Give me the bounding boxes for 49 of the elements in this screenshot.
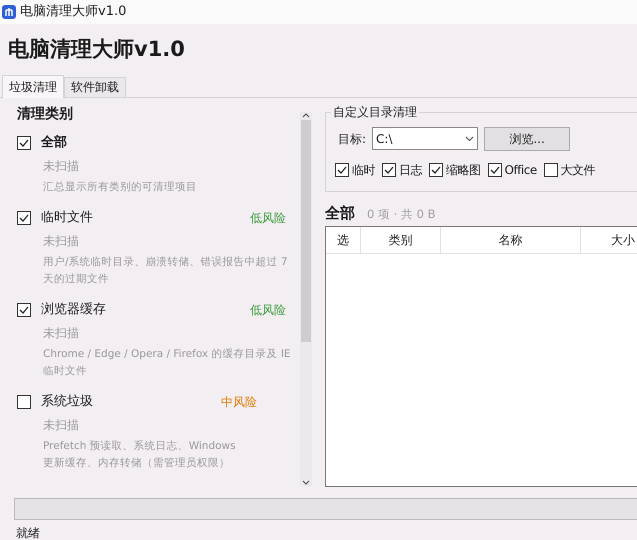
- category-name: 系统垃圾: [41, 393, 94, 412]
- category-description: 用户/系统临时目录、崩溃转储、错误报告中超过 7 天的过期文件: [43, 254, 289, 287]
- checked-checkbox[interactable]: [429, 162, 443, 177]
- scroll-up-icon[interactable]: [302, 112, 310, 118]
- risk-label: 低风险: [250, 210, 286, 227]
- column-header[interactable]: 名称: [441, 226, 581, 253]
- caret-icon: [465, 136, 474, 142]
- checked-checkbox[interactable]: [17, 136, 31, 150]
- column-header[interactable]: 选: [326, 226, 361, 253]
- risk-label: 中风险: [221, 394, 257, 411]
- section-title: 清理类别: [17, 104, 74, 124]
- field-label: 目标:: [338, 130, 366, 148]
- risk-label: 低风险: [250, 302, 286, 319]
- app-heading: 电脑清理大师v1.0: [7, 36, 186, 63]
- tab[interactable]: 软件卸载: [64, 76, 126, 97]
- category-name: 全部: [41, 134, 68, 152]
- option-label: 临时: [352, 162, 375, 179]
- option-label: 大文件: [560, 162, 596, 179]
- checkbox[interactable]: [544, 162, 558, 177]
- checked-checkbox[interactable]: [335, 162, 349, 177]
- scrollbar[interactable]: [300, 112, 312, 486]
- checked-checkbox[interactable]: [17, 302, 31, 317]
- path-dropdown[interactable]: C:\: [372, 127, 478, 150]
- tab[interactable]: 垃圾清理: [2, 74, 64, 98]
- option-label: Office: [504, 162, 537, 179]
- scan-status: 未扫描: [43, 416, 80, 434]
- scroll-down-icon[interactable]: [302, 480, 310, 486]
- category-description: Chrome / Edge / Opera / Firefox 的缓存目录及 IE 临时文件: [43, 346, 292, 379]
- checked-checkbox[interactable]: [382, 162, 396, 177]
- checked-checkbox[interactable]: [17, 210, 31, 225]
- checked-checkbox[interactable]: [488, 162, 502, 177]
- window-title: 电脑清理大师v1.0: [20, 3, 126, 22]
- option-label: 缩略图: [446, 162, 480, 179]
- category-description: 汇总显示所有类别的可清理项目: [43, 180, 198, 195]
- checkbox[interactable]: [17, 394, 31, 409]
- category-name: 浏览器缓存: [41, 301, 107, 320]
- results-summary: 0 项 · 共 0 B: [367, 206, 436, 223]
- results-title: 全部: [325, 202, 355, 224]
- category-name: 临时文件: [41, 209, 94, 228]
- scan-status: 未扫描: [43, 158, 80, 175]
- group-title: 自定义目录清理: [331, 102, 419, 121]
- scan-status: 未扫描: [43, 232, 80, 250]
- option-label: 日志: [399, 162, 422, 179]
- scan-status: 未扫描: [43, 324, 80, 342]
- category-description: Prefetch 预读取、系统日志、Windows 更新缓存、内存转储（需管理员权限）: [43, 438, 237, 471]
- status-text: 就绪: [15, 526, 41, 540]
- browse-button[interactable]: 浏览...: [484, 126, 570, 151]
- column-header[interactable]: 大小: [581, 226, 637, 253]
- column-header[interactable]: 类别: [361, 226, 441, 253]
